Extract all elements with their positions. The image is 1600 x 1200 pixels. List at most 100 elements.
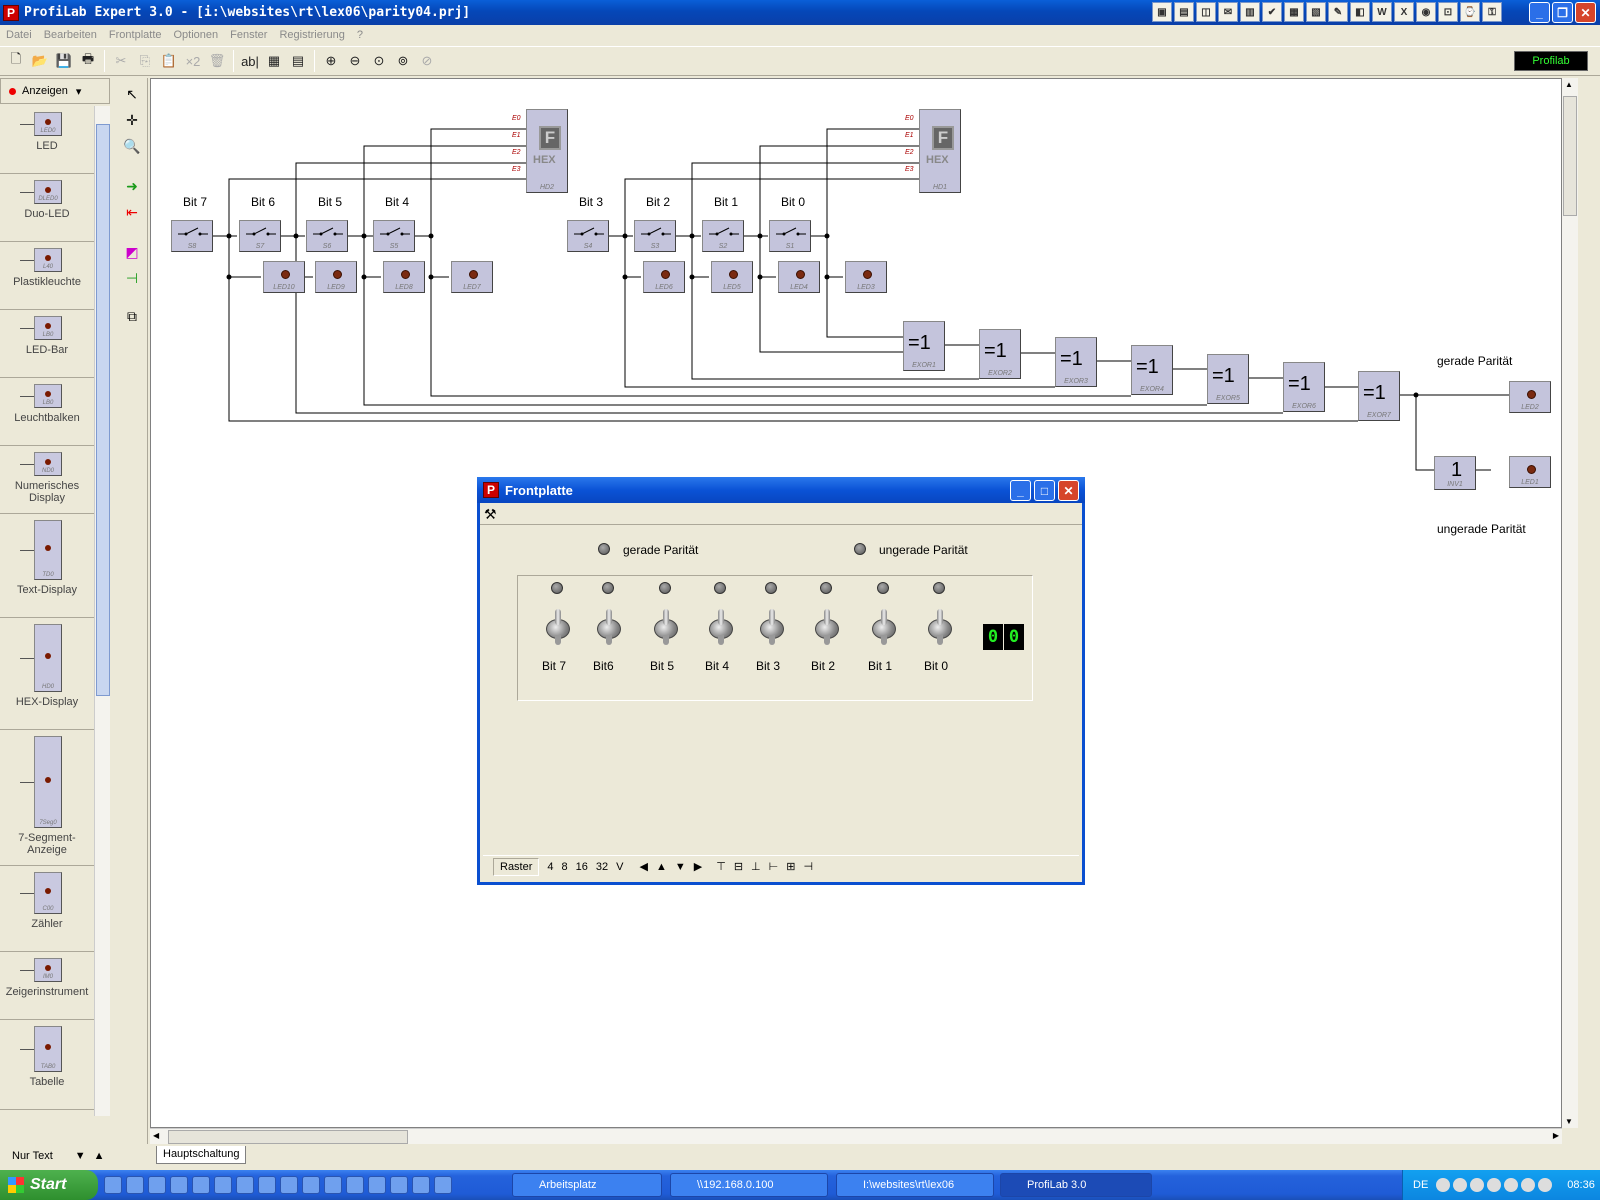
- word-icon[interactable]: W: [1372, 2, 1392, 22]
- palette-item[interactable]: 7Seg0 7-Segment-Anzeige: [0, 730, 94, 866]
- xor-gate-component[interactable]: =1 EXOR3: [1055, 337, 1097, 387]
- align-center-icon[interactable]: ⊞: [786, 860, 795, 873]
- crosshair-icon[interactable]: ✛: [120, 108, 144, 132]
- scroll-thumb[interactable]: [1563, 96, 1577, 216]
- quicklaunch-icon[interactable]: [236, 1176, 254, 1194]
- toggle-switch-component[interactable]: S8: [171, 220, 213, 252]
- palette-item[interactable]: TAB0 Tabelle: [0, 1020, 94, 1110]
- tray-icon[interactable]: [1521, 1178, 1536, 1192]
- start-button[interactable]: Start: [0, 1170, 98, 1200]
- raster-option-8[interactable]: 8: [562, 861, 568, 873]
- page-icon[interactable]: ▤: [286, 49, 310, 73]
- led-component[interactable]: LED10: [263, 261, 305, 293]
- print-icon[interactable]: 🖶: [76, 49, 100, 73]
- xor-gate-component[interactable]: =1 EXOR5: [1207, 354, 1249, 404]
- menu-bearbeiten[interactable]: Bearbeiten: [38, 29, 103, 41]
- task-network-share[interactable]: \\192.168.0.100: [670, 1173, 828, 1197]
- paste-icon[interactable]: 📋: [157, 49, 181, 73]
- input-arrow-icon[interactable]: ➜: [120, 174, 144, 198]
- zoom-reset-icon[interactable]: ⊘: [415, 49, 439, 73]
- tray-app-icon[interactable]: ▣: [1152, 2, 1172, 22]
- duplicate-icon[interactable]: ×2: [181, 49, 205, 73]
- tray-app-icon[interactable]: ✉: [1218, 2, 1238, 22]
- quicklaunch-icon[interactable]: [412, 1176, 430, 1194]
- align-right-icon[interactable]: ⊣: [803, 860, 813, 873]
- led-component[interactable]: LED4: [778, 261, 820, 293]
- palette-item[interactable]: ND0 Numerisches Display: [0, 446, 94, 514]
- close-button[interactable]: ✕: [1058, 480, 1079, 501]
- tray-app-icon[interactable]: ⌚: [1460, 2, 1480, 22]
- minimize-button[interactable]: _: [1010, 480, 1031, 501]
- tray-app-icon[interactable]: ▦: [1284, 2, 1304, 22]
- toggle-switch-component[interactable]: S1: [769, 220, 811, 252]
- output-led-component[interactable]: LED1: [1509, 456, 1551, 488]
- toggle-switch-component[interactable]: S4: [567, 220, 609, 252]
- xor-gate-component[interactable]: =1 EXOR1: [903, 321, 945, 371]
- magnifier-icon[interactable]: 🔍: [120, 134, 144, 158]
- tray-app-icon[interactable]: ⊡: [1438, 2, 1458, 22]
- toggle-switch-component[interactable]: S6: [306, 220, 348, 252]
- align-bottom-icon[interactable]: ⊥: [751, 860, 761, 873]
- cut-icon[interactable]: ✂: [109, 49, 133, 73]
- zoom-window-icon[interactable]: ⊚: [391, 49, 415, 73]
- toggle-switch-component[interactable]: S2: [702, 220, 744, 252]
- palette-item[interactable]: TD0 Text-Display: [0, 514, 94, 618]
- task-explorer-folder[interactable]: I:\websites\rt\lex06: [836, 1173, 994, 1197]
- toggle-switch[interactable]: [654, 609, 678, 645]
- toggle-switch-component[interactable]: S5: [373, 220, 415, 252]
- quicklaunch-icon[interactable]: [280, 1176, 298, 1194]
- restore-button[interactable]: ❐: [1552, 2, 1573, 23]
- menu-optionen[interactable]: Optionen: [168, 29, 225, 41]
- arrow-down-icon[interactable]: ▼: [75, 1150, 86, 1162]
- palette-footer-label[interactable]: Nur Text: [12, 1150, 53, 1162]
- toggle-switch[interactable]: [872, 609, 896, 645]
- align-top-icon[interactable]: ⊤: [716, 860, 726, 873]
- quicklaunch-icon[interactable]: [126, 1176, 144, 1194]
- quicklaunch-icon[interactable]: [324, 1176, 342, 1194]
- text-tool-icon[interactable]: ab|: [238, 49, 262, 73]
- move-right-icon[interactable]: ▶: [694, 860, 702, 873]
- menu-frontplatte[interactable]: Frontplatte: [103, 29, 168, 41]
- palette-item[interactable]: LB0 LED-Bar: [0, 310, 94, 378]
- move-down-icon[interactable]: ▼: [675, 861, 686, 873]
- palette-item[interactable]: LED0 LED: [0, 106, 94, 174]
- move-up-icon[interactable]: ▲: [656, 861, 667, 873]
- canvas-hscroll[interactable]: ◀ ▶: [150, 1128, 1562, 1144]
- tray-app-icon[interactable]: ✔: [1262, 2, 1282, 22]
- xor-gate-component[interactable]: =1 EXOR4: [1131, 345, 1173, 395]
- toggle-switch[interactable]: [760, 609, 784, 645]
- copy-icon[interactable]: ⎘: [133, 49, 157, 73]
- port-icon[interactable]: ⊣: [120, 266, 144, 290]
- tray-icon[interactable]: [1453, 1178, 1468, 1192]
- toggle-switch[interactable]: [815, 609, 839, 645]
- toggle-switch-component[interactable]: S7: [239, 220, 281, 252]
- palette-item[interactable]: IM0 Zeigerinstrument: [0, 952, 94, 1020]
- quicklaunch-icon[interactable]: [148, 1176, 166, 1194]
- quicklaunch-icon[interactable]: [258, 1176, 276, 1194]
- menu-registrierung[interactable]: Registrierung: [273, 29, 350, 41]
- quicklaunch-icon[interactable]: [390, 1176, 408, 1194]
- category-dropdown[interactable]: Anzeigen ▾: [0, 78, 110, 104]
- profilab-app-icon[interactable]: P: [3, 4, 19, 21]
- scroll-left-icon[interactable]: ◀: [153, 1131, 159, 1140]
- quicklaunch-icon[interactable]: [346, 1176, 364, 1194]
- tray-app-icon[interactable]: ◉: [1416, 2, 1436, 22]
- task-profilab[interactable]: ProfiLab 3.0: [1000, 1173, 1152, 1197]
- profilab-app-icon[interactable]: P: [483, 482, 499, 498]
- quicklaunch-icon[interactable]: [170, 1176, 188, 1194]
- tray-app-icon[interactable]: ◫: [1196, 2, 1216, 22]
- zoom-fit-icon[interactable]: ⊙: [367, 49, 391, 73]
- scroll-thumb[interactable]: [168, 1130, 408, 1144]
- scroll-down-icon[interactable]: ▼: [1565, 1117, 1573, 1126]
- menu-fenster[interactable]: Fenster: [224, 29, 273, 41]
- raster-option-4[interactable]: 4: [547, 861, 553, 873]
- palette-item[interactable]: HD0 HEX-Display: [0, 618, 94, 730]
- quicklaunch-icon[interactable]: [434, 1176, 452, 1194]
- output-led-component[interactable]: LED2: [1509, 381, 1551, 413]
- menu-help[interactable]: ?: [351, 29, 369, 41]
- hex-display-component[interactable]: F HEX HD1: [919, 109, 961, 193]
- led-component[interactable]: LED5: [711, 261, 753, 293]
- hex-display-component[interactable]: F HEX HD2: [526, 109, 568, 193]
- quicklaunch-icon[interactable]: [104, 1176, 122, 1194]
- toggle-switch[interactable]: [709, 609, 733, 645]
